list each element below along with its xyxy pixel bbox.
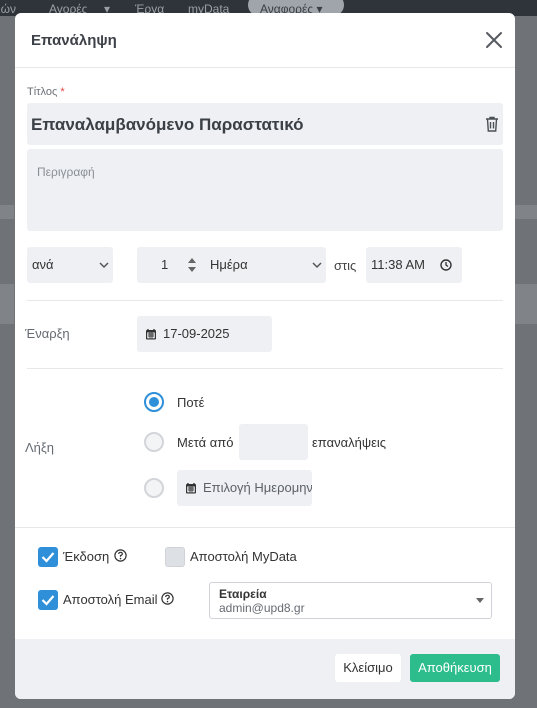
- time-value: 11:38 AM: [371, 257, 425, 272]
- start-date-value: 17-09-2025: [163, 326, 230, 341]
- close-button[interactable]: Κλείσιμο: [335, 654, 401, 682]
- chevron-down-icon: [99, 262, 109, 269]
- help-icon[interactable]: [161, 592, 174, 605]
- issue-label: Έκδοση: [63, 549, 110, 564]
- title-field-label: Τίτλος *: [27, 86, 65, 98]
- background-strip: [0, 205, 14, 219]
- save-button[interactable]: Αποθήκευση: [410, 654, 500, 682]
- help-icon[interactable]: [114, 549, 127, 562]
- calendar-icon: [146, 329, 156, 340]
- calendar-icon: [186, 483, 196, 494]
- modal-footer: Κλείσιμο Αποθήκευση: [15, 639, 515, 699]
- title-value: Επαναλαμβανόμενο Παραστατικό: [31, 115, 304, 134]
- end-after-suffix: επαναλήψεις: [312, 435, 387, 450]
- divider: [27, 300, 503, 301]
- end-date-placeholder: Επιλογή Ημερομηνίας: [203, 480, 312, 495]
- email-label: Αποστολή Email: [63, 592, 158, 607]
- interval-value: 1: [161, 257, 169, 272]
- email-checkbox[interactable]: [38, 590, 58, 610]
- chevron-down-icon: [312, 262, 322, 269]
- end-never-radio[interactable]: [144, 392, 164, 412]
- time-input[interactable]: 11:38 AM: [366, 247, 462, 283]
- close-icon[interactable]: [483, 29, 505, 51]
- nav-item-sales: ιών: [0, 2, 17, 16]
- divider: [15, 527, 515, 528]
- recurrence-modal: Επανάληψη Τίτλος * Επαναλαμβανόμενο Παρα…: [15, 13, 515, 699]
- end-never-label: Ποτέ: [177, 395, 205, 410]
- description-placeholder: Περιγραφή: [37, 165, 95, 179]
- caret-down-icon: [476, 598, 484, 603]
- end-after-prefix: Μετά από: [177, 435, 234, 450]
- issue-checkbox[interactable]: [38, 547, 58, 567]
- background-strip: [515, 205, 537, 219]
- email-recipient-address: admin@upd8.gr: [219, 601, 305, 615]
- end-on-date-radio[interactable]: [144, 478, 164, 498]
- end-after-radio[interactable]: [144, 432, 164, 452]
- stepper-arrows-icon[interactable]: [187, 256, 197, 274]
- interval-unit-select[interactable]: Ημέρα: [197, 247, 326, 283]
- modal-header: Επανάληψη: [15, 13, 515, 68]
- interval-stepper[interactable]: 1: [137, 247, 205, 283]
- occurrences-input[interactable]: [239, 424, 308, 460]
- title-input[interactable]: Επαναλαμβανόμενο Παραστατικό: [27, 103, 503, 145]
- modal-title: Επανάληψη: [31, 32, 117, 49]
- start-label: Έναρξη: [25, 326, 70, 341]
- end-date-input[interactable]: Επιλογή Ημερομηνίας: [177, 470, 312, 506]
- mydata-checkbox[interactable]: [165, 547, 185, 567]
- frequency-select[interactable]: ανά: [27, 247, 113, 283]
- divider: [27, 368, 503, 369]
- email-recipient-name: Εταιρεία: [219, 587, 267, 601]
- background-strip: [515, 284, 537, 324]
- trash-icon[interactable]: [485, 116, 499, 132]
- interval-unit-value: Ημέρα: [210, 257, 248, 272]
- end-label: Λήξη: [25, 440, 54, 455]
- description-textarea[interactable]: Περιγραφή: [27, 149, 503, 231]
- background-strip: [0, 284, 14, 324]
- mydata-label: Αποστολή MyData: [190, 549, 297, 564]
- start-date-input[interactable]: 17-09-2025: [137, 316, 272, 352]
- email-recipient-select[interactable]: Εταιρεία admin@upd8.gr: [209, 582, 492, 619]
- clock-icon[interactable]: [440, 259, 452, 271]
- frequency-value: ανά: [32, 257, 54, 272]
- at-label: στις: [334, 258, 357, 273]
